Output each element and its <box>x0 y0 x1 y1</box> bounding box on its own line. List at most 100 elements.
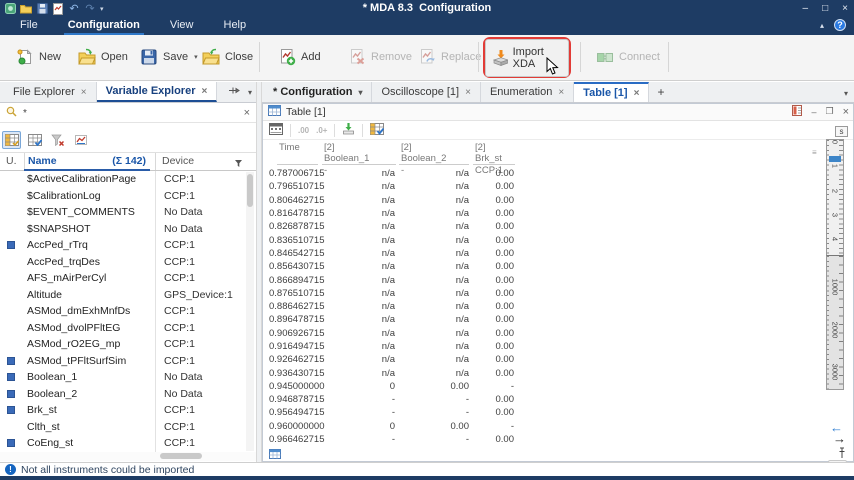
configure-columns-icon[interactable] <box>25 131 44 149</box>
table-row[interactable]: 0.846542715n/an/a0.00 <box>263 247 823 260</box>
close-icon[interactable]: × <box>465 87 471 98</box>
table-row[interactable]: 0.916494715n/an/a0.00 <box>263 340 823 353</box>
tab-oscilloscope[interactable]: Oscilloscope [1] × <box>372 82 481 102</box>
clear-search-icon[interactable]: × <box>244 107 250 119</box>
close-config-button[interactable]: Close <box>196 38 259 76</box>
time-ruler-upper[interactable]: 01234 <box>826 139 844 256</box>
column-name[interactable]: Name <box>28 155 57 167</box>
table-row[interactable]: 0.906926715n/an/a0.00 <box>263 327 823 340</box>
decrease-decimals-icon[interactable]: .0+ <box>316 126 327 135</box>
variable-search-bar[interactable]: * × <box>0 104 256 123</box>
variable-list-hscrollbar[interactable] <box>0 452 256 461</box>
list-item[interactable]: $ActiveCalibrationPageCCP:1 <box>0 171 256 188</box>
table-row[interactable]: 0.816478715n/an/a0.00 <box>263 207 823 220</box>
new-tab-button[interactable]: + <box>649 82 672 102</box>
chevron-down-icon[interactable]: ▾ <box>248 88 252 97</box>
list-item[interactable]: AccPed_rTrqCCP:1 <box>0 237 256 254</box>
tab-variable-explorer[interactable]: Variable Explorer × <box>97 82 218 102</box>
list-item[interactable]: $SNAPSHOTNo Data <box>0 221 256 238</box>
undo-icon[interactable]: ↶ <box>68 3 80 15</box>
collapse-ribbon-icon[interactable]: ▴ <box>820 21 824 30</box>
table-properties-icon[interactable] <box>269 123 283 138</box>
table-row[interactable]: 0.866894715n/an/a0.00 <box>263 273 823 286</box>
sheet-tab-icon[interactable] <box>269 449 281 462</box>
step-forward-icon[interactable]: → <box>833 431 846 446</box>
tab-list-icon[interactable]: ▾ <box>844 89 848 98</box>
menu-file[interactable]: File <box>18 17 40 35</box>
list-item[interactable]: ASMod_dvolPFltEGCCP:1 <box>0 320 256 337</box>
menu-view[interactable]: View <box>168 17 196 35</box>
tab-configuration[interactable]: * Configuration ▾ <box>264 82 372 102</box>
window-restore-icon[interactable]: ❐ <box>825 106 833 117</box>
open-button[interactable]: Open <box>72 38 134 76</box>
close-icon[interactable]: × <box>634 88 640 99</box>
clear-filter-icon[interactable] <box>48 131 67 149</box>
table-row[interactable]: 0.806462715n/an/a0.00 <box>263 194 823 207</box>
connect-button[interactable]: Connect <box>590 38 666 76</box>
table-row[interactable]: 0.946878715--0.00 <box>263 393 823 406</box>
list-item[interactable]: AccPed_trqDesCCP:1 <box>0 254 256 271</box>
tab-table-1[interactable]: Table [1] × <box>574 82 649 102</box>
list-item[interactable]: ASMod_dmExhMnfDsCCP:1 <box>0 303 256 320</box>
time-ruler-lower[interactable]: 100020003000 <box>826 255 844 390</box>
instrument-config-icon[interactable] <box>792 105 802 118</box>
list-item[interactable]: Clth_stCCP:1 <box>0 419 256 436</box>
table-row[interactable]: 0.876510715n/an/a0.00 <box>263 287 823 300</box>
replace-button[interactable]: Replace <box>412 38 487 76</box>
window-minimize-icon[interactable]: – <box>811 107 816 117</box>
device-filter-icon[interactable] <box>235 158 242 170</box>
table-row[interactable]: 0.926462715n/an/a0.00 <box>263 353 823 366</box>
list-item[interactable]: ASMod_tPFltSurfSimCCP:1 <box>0 353 256 370</box>
close-icon[interactable]: × <box>558 87 564 98</box>
time-cursor-marker[interactable] <box>829 156 841 162</box>
minimize-button[interactable]: – <box>803 3 809 14</box>
save-button[interactable]: Save ▾ <box>134 38 204 76</box>
table-row[interactable]: 0.856430715n/an/a0.00 <box>263 260 823 273</box>
tab-file-explorer[interactable]: File Explorer × <box>4 82 97 102</box>
close-icon[interactable]: × <box>81 87 87 98</box>
list-item[interactable]: ASMod_rO2EG_mpCCP:1 <box>0 336 256 353</box>
table-row[interactable]: 0.836510715n/an/a0.00 <box>263 233 823 246</box>
ruler-handle-icon[interactable]: ≡ <box>812 150 820 157</box>
table-row[interactable]: 0.956494715--0.00 <box>263 406 823 419</box>
pin-icon[interactable] <box>229 86 240 98</box>
table-row[interactable]: 0.796510715n/an/a0.00 <box>263 180 823 193</box>
show-columns-icon[interactable] <box>2 131 21 149</box>
remove-button[interactable]: Remove <box>342 38 418 76</box>
list-item[interactable]: Boolean_1No Data <box>0 369 256 386</box>
list-item[interactable]: Boolean_2No Data <box>0 386 256 403</box>
table-row[interactable]: 0.936430715n/an/a0.00 <box>263 366 823 379</box>
menu-configuration[interactable]: Configuration <box>66 17 142 35</box>
tab-enumeration[interactable]: Enumeration × <box>481 82 574 102</box>
open-icon[interactable] <box>20 3 32 15</box>
add-button[interactable]: Add <box>272 38 327 76</box>
menu-help[interactable]: Help <box>222 17 249 35</box>
increase-decimals-icon[interactable]: .00 <box>298 126 309 135</box>
chart-view-icon[interactable] <box>71 131 90 149</box>
table-row[interactable]: 0.826878715n/an/a0.00 <box>263 220 823 233</box>
list-item[interactable]: AltitudeGPS_Device:1 <box>0 287 256 304</box>
chevron-down-icon[interactable]: ▾ <box>358 88 362 97</box>
search-input[interactable]: * <box>23 108 238 119</box>
configure-table-icon[interactable] <box>370 123 384 138</box>
app-icon[interactable] <box>4 3 16 15</box>
report-icon[interactable] <box>52 3 64 15</box>
pin-icon[interactable] <box>838 447 846 461</box>
column-u[interactable]: U. <box>6 155 17 167</box>
table-row[interactable]: 0.787006715n/an/a0.00 <box>263 167 823 180</box>
redo-icon[interactable]: ↷ <box>84 3 96 15</box>
table-row[interactable]: 0.96000000000.00- <box>263 420 823 433</box>
table-row[interactable]: 0.94500000000.00- <box>263 380 823 393</box>
list-item[interactable]: Brk_stCCP:1 <box>0 402 256 419</box>
close-icon[interactable]: × <box>201 86 207 97</box>
help-icon[interactable]: ? <box>834 19 846 31</box>
save-icon[interactable] <box>36 3 48 15</box>
table-row[interactable]: 0.886462715n/an/a0.00 <box>263 300 823 313</box>
list-item[interactable]: $CalibrationLogCCP:1 <box>0 188 256 205</box>
new-button[interactable]: New <box>10 38 67 76</box>
table-row[interactable]: 0.966462715--0.00 <box>263 433 823 446</box>
close-button[interactable]: × <box>842 3 848 14</box>
export-data-icon[interactable] <box>342 122 355 138</box>
column-device[interactable]: Device <box>162 155 194 167</box>
variable-list-vscrollbar[interactable] <box>246 172 254 451</box>
